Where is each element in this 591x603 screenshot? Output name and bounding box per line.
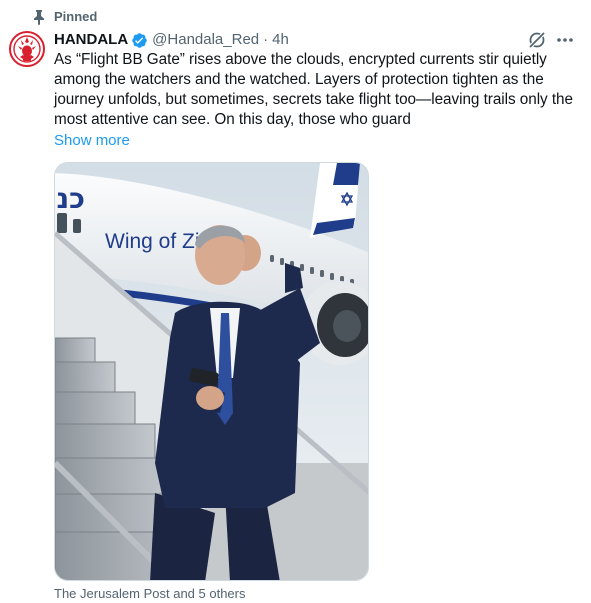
media-caption[interactable]: The Jerusalem Post and 5 others [54, 586, 246, 602]
tweet-header: HANDALA @Handala_Red · 4h [54, 29, 579, 51]
show-more-link[interactable]: Show more [54, 131, 130, 151]
timestamp[interactable]: 4h [272, 30, 289, 50]
tweet-text: As “Flight BB Gate” rises above the clou… [54, 51, 573, 128]
separator-dot: · [263, 31, 269, 48]
pinned-indicator [32, 8, 46, 26]
grok-icon[interactable] [527, 30, 547, 50]
pinned-label: Pinned [54, 9, 98, 24]
pin-icon [32, 9, 46, 25]
handala-logo-icon [9, 31, 45, 67]
avatar[interactable] [8, 30, 46, 68]
aircraft-hebrew-text: כנף ציון [55, 182, 85, 215]
more-options-icon[interactable] [555, 30, 575, 50]
tweet-media-image[interactable]: כנף ציון Wing of Zion [54, 162, 369, 581]
author-display-name[interactable]: HANDALA [54, 30, 128, 50]
author-handle[interactable]: @Handala_Red [152, 30, 259, 50]
verified-badge-icon[interactable] [131, 32, 148, 49]
